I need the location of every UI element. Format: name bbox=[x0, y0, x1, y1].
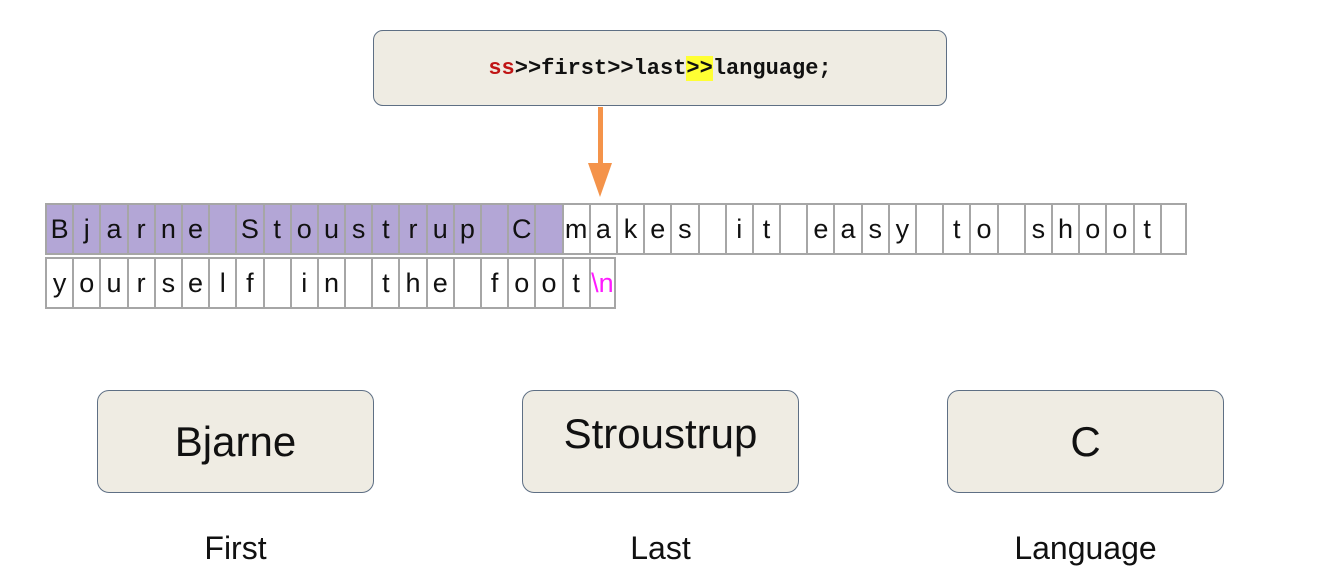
buffer-cell: s bbox=[670, 203, 698, 255]
buffer-cell bbox=[779, 203, 807, 255]
buffer-cell: t bbox=[751, 203, 780, 255]
buffer-cell bbox=[534, 203, 562, 255]
buffer-cell: t bbox=[371, 203, 399, 255]
buffer-cell: s bbox=[860, 203, 888, 255]
buffer-cell: m bbox=[561, 203, 589, 255]
buffer-cell bbox=[344, 257, 372, 309]
current-extraction-operator: >> bbox=[686, 55, 713, 81]
variable-label: Language bbox=[1014, 530, 1157, 566]
buffer-cell: o bbox=[534, 257, 562, 309]
variable-box-language: C bbox=[947, 390, 1224, 493]
code-statement: ss >> first >> last >> language; bbox=[373, 30, 947, 106]
buffer-cell: S bbox=[235, 203, 263, 255]
variable-value: C bbox=[1070, 417, 1101, 465]
buffer-cell: u bbox=[425, 203, 453, 255]
buffer-row-2: yourself in the f o o t \n bbox=[45, 257, 616, 309]
read-position-arrowhead bbox=[588, 163, 612, 197]
buffer-cell: y bbox=[887, 203, 915, 255]
buffer-cell: s bbox=[344, 203, 372, 255]
buffer-cell: e bbox=[806, 203, 834, 255]
buffer-cell bbox=[480, 203, 508, 255]
buffer-cell: \n bbox=[588, 257, 616, 309]
variable-label: Last bbox=[630, 530, 691, 566]
buffer-cell: o bbox=[1078, 203, 1106, 255]
buffer-cell: t bbox=[371, 257, 399, 309]
variable-value: Stroustrup bbox=[563, 410, 758, 457]
buffer-cell: a bbox=[588, 203, 616, 255]
buffer-cell: a bbox=[99, 203, 127, 255]
buffer-cell bbox=[697, 203, 725, 255]
buffer-cell: h bbox=[1050, 203, 1079, 255]
buffer-cell: f bbox=[480, 257, 508, 309]
buffer-cell bbox=[262, 257, 290, 309]
extraction-operator: >> bbox=[607, 55, 634, 81]
extraction-operator: >> bbox=[514, 55, 542, 81]
buffer-cell: e bbox=[425, 257, 453, 309]
buffer-cell: t bbox=[942, 203, 970, 255]
buffer-cell bbox=[1159, 203, 1187, 255]
buffer-cell: n bbox=[153, 203, 181, 255]
buffer-cell: B bbox=[45, 203, 73, 255]
buffer-cell: e bbox=[180, 203, 209, 255]
buffer-cell: y bbox=[45, 257, 73, 309]
buffer-cell: t bbox=[561, 257, 589, 309]
buffer-cell: C bbox=[507, 203, 535, 255]
buffer-cell: s bbox=[1023, 203, 1051, 255]
read-position-arrow bbox=[598, 107, 603, 165]
buffer-cell: j bbox=[72, 203, 100, 255]
buffer-cell: f bbox=[235, 257, 263, 309]
buffer-cell: o bbox=[507, 257, 535, 309]
buffer-cell: o bbox=[72, 257, 100, 309]
buffer-row-1: Bjarne Stoustrup C makes it easy to shoo… bbox=[45, 203, 1187, 255]
stream-name: ss bbox=[488, 55, 515, 81]
buffer-cell: h bbox=[398, 257, 426, 309]
buffer-cell: e bbox=[643, 203, 671, 255]
buffer-cell: l bbox=[208, 257, 236, 309]
variable-first: first bbox=[541, 55, 608, 81]
buffer-cell: u bbox=[316, 203, 345, 255]
variable-label: First bbox=[204, 530, 267, 566]
buffer-cell: t bbox=[262, 203, 290, 255]
variable-box-first: Bjarne bbox=[97, 390, 374, 493]
buffer-cell: p bbox=[452, 203, 480, 255]
buffer-cell: e bbox=[180, 257, 209, 309]
buffer-cell: r bbox=[126, 203, 154, 255]
buffer-cell: k bbox=[615, 203, 644, 255]
buffer-cell: o bbox=[969, 203, 997, 255]
buffer-cell: a bbox=[833, 203, 861, 255]
buffer-cell bbox=[915, 203, 943, 255]
buffer-cell: r bbox=[126, 257, 154, 309]
variable-last: last bbox=[633, 55, 687, 81]
variable-value: Bjarne bbox=[174, 417, 297, 465]
buffer-cell bbox=[996, 203, 1024, 255]
buffer-cell bbox=[452, 257, 480, 309]
buffer-cell: t bbox=[1132, 203, 1160, 255]
buffer-cell: i bbox=[289, 257, 317, 309]
buffer-cell: r bbox=[398, 203, 426, 255]
buffer-cell: o bbox=[289, 203, 317, 255]
buffer-cell: o bbox=[1105, 203, 1133, 255]
buffer-cell bbox=[208, 203, 236, 255]
buffer-cell: u bbox=[99, 257, 127, 309]
buffer-cell: s bbox=[153, 257, 181, 309]
variable-language: language; bbox=[712, 55, 832, 81]
buffer-cell: i bbox=[724, 203, 752, 255]
buffer-cell: n bbox=[316, 257, 345, 309]
variable-box-last: Stroustrup bbox=[522, 390, 799, 493]
